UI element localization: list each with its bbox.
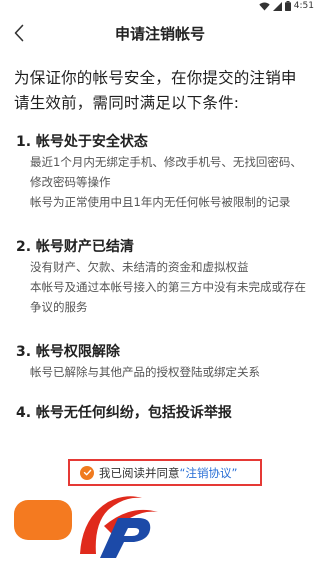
section-line: 本帐号及通过本帐号接入的第三方中没有未完成或存在争议的服务 [30,280,306,314]
section-title-assets-settled: 2. 帐号财产已结清 [16,239,134,255]
wifi-icon [259,2,270,10]
intro-text: 为保证你的帐号安全，在你提交的注销申请生效前，需同时满足以下条件: [14,69,297,112]
agreement-checkbox-row[interactable]: 我已阅读并同意“注销协议” [68,459,262,486]
status-icons: 4:51 [259,1,314,11]
brand-logo [80,496,158,558]
section-body-assets-settled: 没有财产、欠款、未结清的资金和虚拟权益 本帐号及通过本帐号接入的第三方中没有未完… [30,257,310,317]
check-circle-icon[interactable] [80,465,94,480]
agreement-label: 我已阅读并同意“注销协议” [99,465,237,481]
section-title-permissions: 3. 帐号权限解除 [16,344,120,360]
section-title-no-disputes: 4. 帐号无任何纠纷，包括投诉举报 [16,405,232,421]
section-line: 帐号为正常使用中且1年内无任何帐号被限制的记录 [30,195,291,209]
nav-bar: 申请注销帐号 [0,14,320,52]
agreement-prefix: 我已阅读并同意 [99,465,180,480]
section-body-permissions: 帐号已解除与其他产品的授权登陆或绑定关系 [30,362,310,382]
status-bar: 4:51 [0,0,320,14]
section-line: 帐号已解除与其他产品的授权登陆或绑定关系 [30,365,260,379]
agreement-link[interactable]: “注销协议” [180,466,238,480]
signal-icon [272,1,282,11]
section-line: 没有财产、欠款、未结清的资金和虚拟权益 [30,260,249,274]
page-title: 申请注销帐号 [114,25,205,43]
section-line: 最近1个月内无绑定手机、修改手机号、无找回密码、修改密码等操作 [30,155,302,189]
section-title-safe-state: 1. 帐号处于安全状态 [16,134,148,150]
battery-icon [284,1,291,11]
submit-button[interactable] [14,500,72,540]
section-body-safe-state: 最近1个月内无绑定手机、修改手机号、无找回密码、修改密码等操作 帐号为正常使用中… [30,152,310,212]
status-time: 4:51 [293,1,314,11]
